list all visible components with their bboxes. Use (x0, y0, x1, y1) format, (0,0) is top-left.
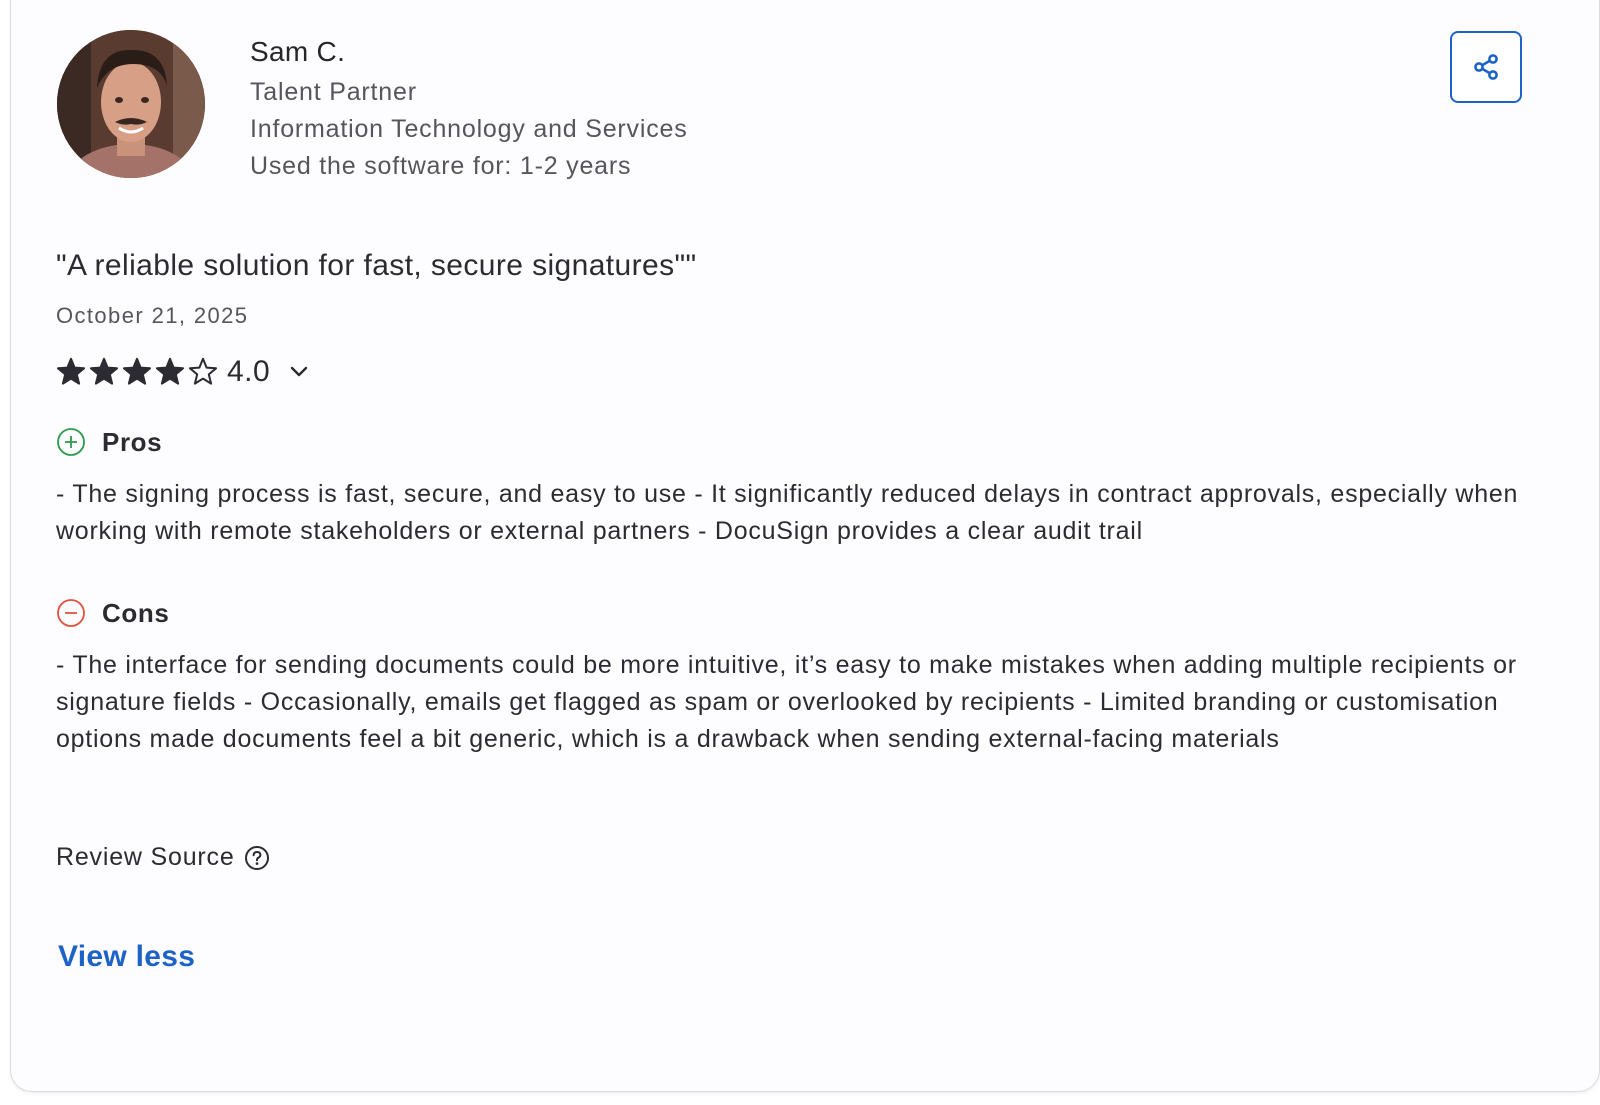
star-filled-icon (57, 357, 85, 385)
help-button[interactable] (244, 845, 270, 871)
rating-stars (56, 357, 221, 387)
rating-details-toggle[interactable] (290, 366, 308, 378)
question-circle-icon (244, 845, 269, 870)
review-date: October 21, 2025 (56, 303, 249, 328)
star-filled-icon (90, 357, 118, 385)
view-less-link[interactable]: View less (58, 940, 195, 974)
star-filled-icon (156, 357, 184, 385)
review-source: Review Source (56, 843, 270, 872)
minus-circle-icon (57, 599, 85, 627)
share-button[interactable] (1450, 31, 1522, 103)
star-empty-icon (189, 357, 217, 385)
cons-text: - The interface for sending documents co… (56, 651, 1517, 753)
reviewer-name: Sam C. (250, 36, 346, 67)
reviewer-usage: Used the software for: 1-2 years (250, 152, 632, 180)
pros-label: Pros (102, 426, 163, 457)
share-icon (1474, 54, 1498, 80)
review-title: "A reliable solution for fast, secure si… (56, 249, 697, 282)
rating-value: 4.0 (227, 355, 271, 388)
pros-text: - The signing process is fast, secure, a… (56, 480, 1519, 545)
reviewer-avatar (57, 30, 205, 178)
star-filled-icon (123, 357, 151, 385)
reviewer-role: Talent Partner (250, 78, 417, 106)
reviewer-industry: Information Technology and Services (250, 115, 688, 143)
cons-label: Cons (102, 597, 170, 628)
cons-heading: Cons (56, 598, 169, 628)
review-source-label: Review Source (56, 843, 235, 871)
chevron-down-icon (291, 366, 308, 377)
pros-heading: Pros (56, 427, 162, 457)
plus-circle-icon (57, 428, 85, 456)
star-rating: 4.0 (56, 354, 308, 390)
